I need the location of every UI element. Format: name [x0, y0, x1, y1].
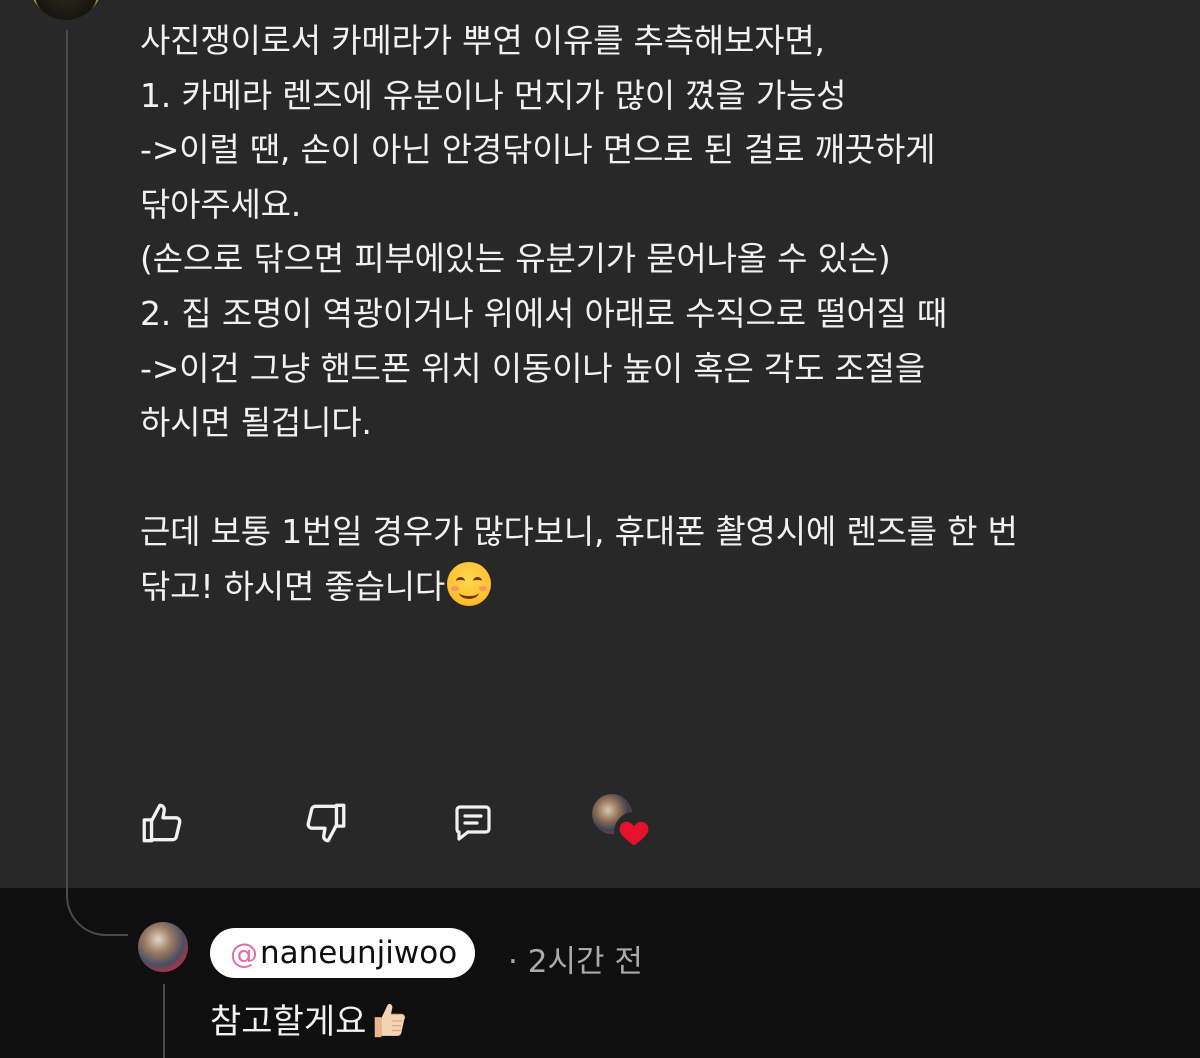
smiling-face-icon — [447, 561, 492, 606]
comment-line: 닦고! 하시면 좋습니다 — [140, 566, 446, 606]
author-handle: naneunjiwoo — [260, 935, 458, 971]
comment-line: 사진쟁이로서 카메라가 뿌연 이유를 추측해보자면, — [140, 21, 825, 60]
like-button[interactable] — [136, 796, 190, 850]
time-text: 2시간 전 — [527, 944, 643, 980]
author-handle-badge[interactable]: @ naneunjiwoo — [210, 928, 476, 978]
reply-timestamp: · 2시간 전 — [508, 936, 643, 981]
creator-heart-badge — [592, 794, 662, 854]
comment-action-bar — [0, 794, 1200, 856]
heart-icon — [619, 821, 649, 846]
comment-line: (손으로 닦으면 피부에있는 유분기가 묻어나올 수 있슨) — [140, 239, 891, 279]
thumbs-up-icon — [142, 803, 182, 843]
comment-line: 근데 보통 1번일 경우가 많다보니, 휴대폰 촬영시에 렌즈를 한 번 — [140, 512, 1018, 552]
comment-line: 하시면 될겁니다. — [140, 403, 372, 443]
reply-content: 참고할게요 — [210, 1002, 367, 1042]
thumbs-up-emoji-icon — [375, 1003, 406, 1038]
reply-author-avatar[interactable] — [138, 922, 188, 972]
comment-text: 사진쟁이로서 카메라가 뿌연 이유를 추측해보자면, 1. 카메라 렌즈에 유분… — [140, 14, 1170, 615]
comment-line: 1. 카메라 렌즈에 유분이나 먼지가 많이 꼈을 가능성 — [140, 75, 847, 115]
reply-thread-line — [163, 984, 165, 1058]
separator-dot: · — [508, 944, 518, 980]
comment-line: 닦아주세요. — [140, 184, 302, 224]
comment-line: ->이럴 땐, 손이 아닌 안경닦이나 면으로 된 걸로 깨끗하게 — [140, 130, 936, 170]
reply-icon — [455, 805, 491, 841]
thumbs-down-icon — [306, 803, 346, 843]
dislike-button[interactable] — [298, 796, 352, 850]
thread-line — [66, 30, 68, 898]
at-symbol: @ — [230, 936, 258, 970]
comment-line: 2. 집 조명이 역광이거나 위에서 아래로 수직으로 떨어질 때 — [140, 293, 948, 333]
comment-line: ->이건 그냥 핸드폰 위치 이동이나 높이 혹은 각도 조절을 — [140, 348, 925, 388]
reply-button[interactable] — [446, 796, 500, 850]
comment-thread-screen: 사진쟁이로서 카메라가 뿌연 이유를 추측해보자면, 1. 카메라 렌즈에 유분… — [0, 0, 1200, 1058]
heart-badge — [614, 812, 654, 852]
reply-text: 참고할게요 — [210, 994, 410, 1043]
